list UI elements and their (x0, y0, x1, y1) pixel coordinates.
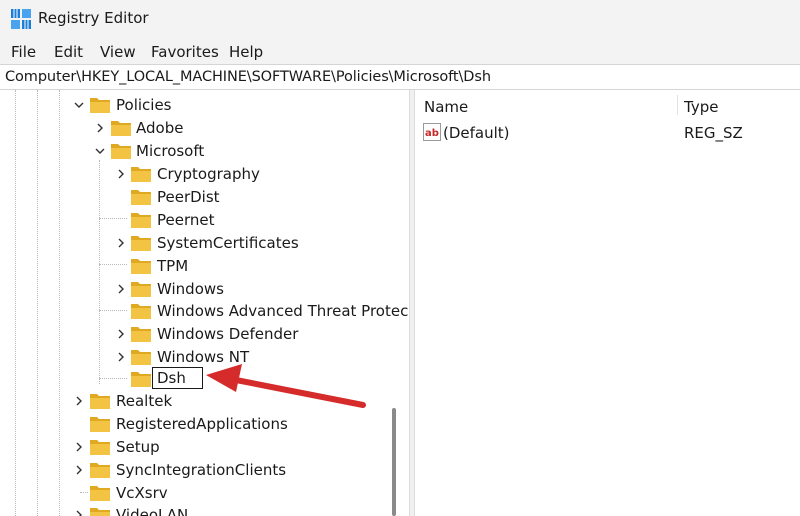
address-bar[interactable]: Computer\HKEY_LOCAL_MACHINE\SOFTWARE\Pol… (0, 64, 800, 90)
tree-item-label: Adobe (136, 119, 184, 137)
tree-guide-line (80, 492, 88, 493)
tree-item-label: Windows Advanced Threat Protec (157, 302, 409, 320)
folder-icon (131, 213, 151, 228)
chevron-down-icon[interactable] (93, 144, 107, 158)
tree-item-label: Windows Defender (157, 325, 299, 343)
tree-item-label: Windows NT (157, 348, 250, 366)
tree-guide-line (99, 378, 127, 379)
tree-item-label: Setup (116, 438, 160, 456)
folder-icon (131, 304, 151, 319)
value-type: REG_SZ (684, 124, 743, 142)
chevron-right-icon[interactable] (114, 167, 128, 181)
chevron-right-icon[interactable] (114, 282, 128, 296)
chevron-right-icon[interactable] (114, 327, 128, 341)
menu-view[interactable]: View (100, 43, 136, 61)
folder-icon (131, 350, 151, 365)
tree-guide-line (99, 218, 127, 219)
key-tree-pane[interactable]: Policies Adobe Microsoft Cryptography Pe… (0, 90, 409, 516)
tree-item-label: Peernet (157, 211, 215, 229)
folder-icon (90, 486, 110, 501)
menu-help[interactable]: Help (229, 43, 263, 61)
folder-icon (131, 372, 151, 387)
folder-icon (131, 282, 151, 297)
menu-file[interactable]: File (11, 43, 36, 61)
tree-item-label: VideoLAN (116, 506, 189, 516)
string-value-icon: ab (423, 123, 441, 141)
column-separator[interactable] (677, 95, 678, 115)
tree-item-label: Microsoft (136, 142, 205, 160)
tree-guide-line (99, 264, 127, 265)
tree-item-label: RegisteredApplications (116, 415, 288, 433)
chevron-right-icon[interactable] (72, 440, 86, 454)
menu-bar: File Edit View Favorites Help (0, 38, 800, 64)
chevron-down-icon[interactable] (72, 98, 86, 112)
value-name: (Default) (443, 124, 510, 142)
tree-item-label: VcXsrv (116, 484, 168, 502)
tree-item-label: SystemCertificates (157, 234, 299, 252)
registry-editor-icon (11, 9, 31, 29)
window-title: Registry Editor (38, 9, 149, 27)
column-header-type[interactable]: Type (684, 98, 718, 116)
chevron-right-icon[interactable] (72, 508, 86, 516)
tree-item-label: TPM (157, 257, 189, 275)
folder-icon (131, 327, 151, 342)
address-path[interactable]: Computer\HKEY_LOCAL_MACHINE\SOFTWARE\Pol… (5, 69, 491, 85)
svg-text:ab: ab (425, 128, 439, 139)
tree-item-label: PeerDist (157, 188, 220, 206)
menu-edit[interactable]: Edit (54, 43, 83, 61)
column-header-name[interactable]: Name (424, 98, 468, 116)
tree-item-label: Realtek (116, 392, 173, 410)
tree-guide-line (15, 90, 16, 516)
menu-favorites[interactable]: Favorites (151, 43, 219, 61)
folder-icon (131, 190, 151, 205)
tree-item-label: Cryptography (157, 165, 260, 183)
tree-guide-line (59, 90, 60, 516)
chevron-right-icon[interactable] (72, 394, 86, 408)
folder-icon (90, 508, 110, 516)
chevron-right-icon[interactable] (93, 121, 107, 135)
values-pane[interactable]: Name Type ab (Default) REG_SZ (415, 90, 800, 516)
tree-guide-line (99, 160, 100, 384)
folder-icon (90, 440, 110, 455)
folder-icon (90, 98, 110, 113)
tree-guide-line (37, 90, 38, 516)
rename-input[interactable]: Dsh (152, 367, 203, 389)
folder-icon (131, 259, 151, 274)
folder-icon (111, 144, 131, 159)
chevron-right-icon[interactable] (114, 236, 128, 250)
folder-icon (90, 463, 110, 478)
folder-icon (131, 167, 151, 182)
tree-item-label: Windows (157, 280, 224, 298)
chevron-right-icon[interactable] (114, 350, 128, 364)
folder-icon (90, 417, 110, 432)
folder-icon (111, 121, 131, 136)
tree-guide-line (99, 310, 127, 311)
folder-icon (131, 236, 151, 251)
folder-icon (90, 394, 110, 409)
title-bar: Registry Editor (0, 0, 800, 38)
tree-item-label: SyncIntegrationClients (116, 461, 287, 479)
tree-scrollbar-thumb[interactable] (392, 408, 396, 516)
chevron-right-icon[interactable] (72, 463, 86, 477)
tree-item-label: Policies (116, 96, 172, 114)
